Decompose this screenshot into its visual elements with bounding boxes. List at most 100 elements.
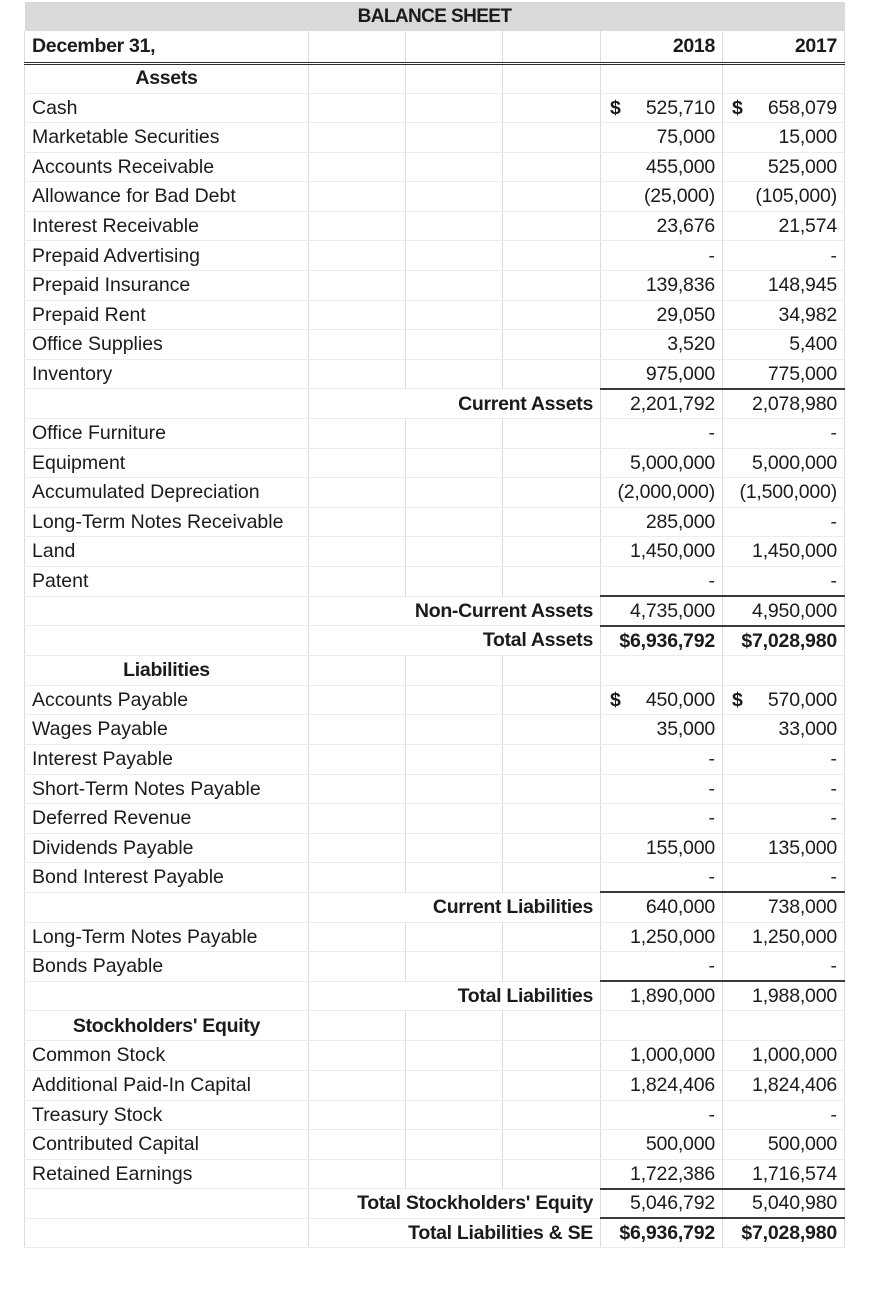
section-spacer-2018 (600, 63, 723, 94)
subtotal-row: Current Assets 2,201,792 2,078,980 (24, 387, 845, 420)
line-item-value-2017: 1,824,406 (722, 1070, 845, 1101)
item-spacer-3 (502, 300, 601, 331)
item-spacer-3 (502, 507, 601, 538)
item-spacer-3 (502, 1100, 601, 1131)
line-item-row: Dividends Payable 155,000 135,000 (24, 833, 845, 864)
line-item-row: Office Supplies 3,520 5,400 (24, 329, 845, 360)
item-spacer-2 (405, 270, 503, 301)
item-spacer-2 (405, 922, 503, 953)
line-item-row: Accounts Receivable 455,000 525,000 (24, 152, 845, 183)
subtotal-row-spacer (24, 388, 309, 420)
subtotal-label: Total Assets (308, 625, 601, 656)
item-spacer-2 (405, 685, 503, 716)
line-item-value-2018: - (600, 240, 723, 272)
subtotal-row: Current Liabilities 640,000 738,000 (24, 891, 845, 923)
line-item-label: Patent (24, 566, 309, 597)
line-item-label: Additional Paid-In Capital (24, 1070, 309, 1101)
item-spacer-1 (308, 714, 406, 745)
currency-symbol: $ (610, 688, 621, 711)
item-spacer-3 (502, 152, 601, 183)
currency-symbol: $ (610, 96, 621, 119)
line-item-value-2017: 148,945 (722, 270, 845, 301)
line-item-value-2018: - (600, 744, 723, 775)
line-item-row: Long-Term Notes Payable 1,250,000 1,250,00… (24, 922, 845, 953)
subtotal-row: Total Liabilities & SE $6,936,792 $7,028,9… (24, 1217, 845, 1249)
subtotal-row-spacer (24, 981, 309, 1012)
subtotal-value-2018: 1,890,000 (600, 980, 723, 1012)
currency-symbol: $ (732, 96, 743, 119)
subtotal-value-2018: $6,936,792 (600, 1217, 723, 1249)
item-spacer-3 (502, 240, 601, 272)
subtotal-label: Current Liabilities (308, 892, 601, 923)
line-item-value-2017: - (722, 418, 845, 449)
section-spacer-2018 (600, 655, 723, 686)
item-spacer-2 (405, 1040, 503, 1071)
item-spacer-2 (405, 833, 503, 864)
section-spacer-0 (308, 1010, 406, 1042)
item-spacer-2 (405, 714, 503, 745)
line-item-row: Marketable Securities 75,000 15,000 (24, 122, 845, 153)
section-spacer-0 (308, 63, 406, 94)
item-spacer-1 (308, 1040, 406, 1071)
line-item-label: Equipment (24, 448, 309, 479)
line-item-value-2017: 1,716,574 (722, 1159, 845, 1190)
line-item-label: Marketable Securities (24, 122, 309, 153)
section-spacer-2017 (722, 1010, 845, 1042)
line-item-row: Accounts Payable $450,000 $570,000 (24, 685, 845, 716)
line-item-value-2018: 3,520 (600, 329, 723, 360)
section-heading-row-assets: Assets (24, 63, 845, 94)
line-item-row: Retained Earnings 1,722,386 1,716,574 (24, 1159, 845, 1190)
item-spacer-1 (308, 862, 406, 893)
item-spacer-2 (405, 1100, 503, 1131)
line-item-row: Land 1,450,000 1,450,000 (24, 536, 845, 567)
item-spacer-3 (502, 270, 601, 301)
line-item-value-2017: 1,450,000 (722, 536, 845, 567)
line-item-row: Equipment 5,000,000 5,000,000 (24, 448, 845, 479)
item-spacer-1 (308, 1070, 406, 1101)
item-spacer-3 (502, 359, 601, 390)
header-spacer-2 (405, 31, 503, 65)
line-item-label: Treasury Stock (24, 1100, 309, 1131)
line-item-row: Prepaid Advertising - - (24, 240, 845, 272)
item-spacer-2 (405, 477, 503, 508)
line-item-label: Inventory (24, 359, 309, 390)
item-spacer-2 (405, 152, 503, 183)
line-item-value-2018: $450,000 (600, 685, 723, 716)
line-item-label: Interest Payable (24, 744, 309, 775)
subtotal-value-2018: 4,735,000 (600, 595, 723, 627)
line-item-row: Bonds Payable - - (24, 951, 845, 982)
item-spacer-1 (308, 477, 406, 508)
line-item-row: Bond Interest Payable - - (24, 862, 845, 893)
item-spacer-1 (308, 122, 406, 153)
line-item-label: Deferred Revenue (24, 803, 309, 834)
subtotal-value-2017: 2,078,980 (722, 387, 845, 420)
line-item-row: Cash $525,710 $658,079 (24, 93, 845, 124)
line-item-row: Prepaid Insurance 139,836 148,945 (24, 270, 845, 301)
item-spacer-2 (405, 448, 503, 479)
item-spacer-1 (308, 803, 406, 834)
item-spacer-3 (502, 1070, 601, 1101)
subtotal-value-2018: 640,000 (600, 891, 723, 923)
item-spacer-2 (405, 536, 503, 567)
line-item-label: Wages Payable (24, 714, 309, 745)
line-item-row: Additional Paid-In Capital 1,824,406 1,824… (24, 1070, 845, 1101)
year-header-2018: 2018 (600, 31, 723, 65)
line-item-value-2017: 1,250,000 (722, 922, 845, 953)
section-spacer-2 (502, 655, 601, 686)
date-label: December 31, (24, 31, 309, 65)
line-item-value-2018: (2,000,000) (600, 477, 723, 508)
line-item-value-2018: 1,450,000 (600, 536, 723, 567)
column-header-row: December 31, 2018 2017 (24, 31, 845, 65)
line-item-value-2017: - (722, 951, 845, 982)
item-spacer-2 (405, 507, 503, 538)
line-item-value-2017: 135,000 (722, 833, 845, 864)
subtotal-label: Total Liabilities (308, 981, 601, 1012)
line-item-value-2017: - (722, 240, 845, 272)
item-spacer-2 (405, 329, 503, 360)
item-spacer-2 (405, 211, 503, 242)
line-item-value-2017: - (722, 803, 845, 834)
line-item-value-2017: $570,000 (722, 685, 845, 716)
subtotal-row: Total Assets $6,936,792 $7,028,980 (24, 624, 845, 656)
line-item-value-2017: - (722, 566, 845, 597)
line-item-row: Treasury Stock - - (24, 1100, 845, 1131)
